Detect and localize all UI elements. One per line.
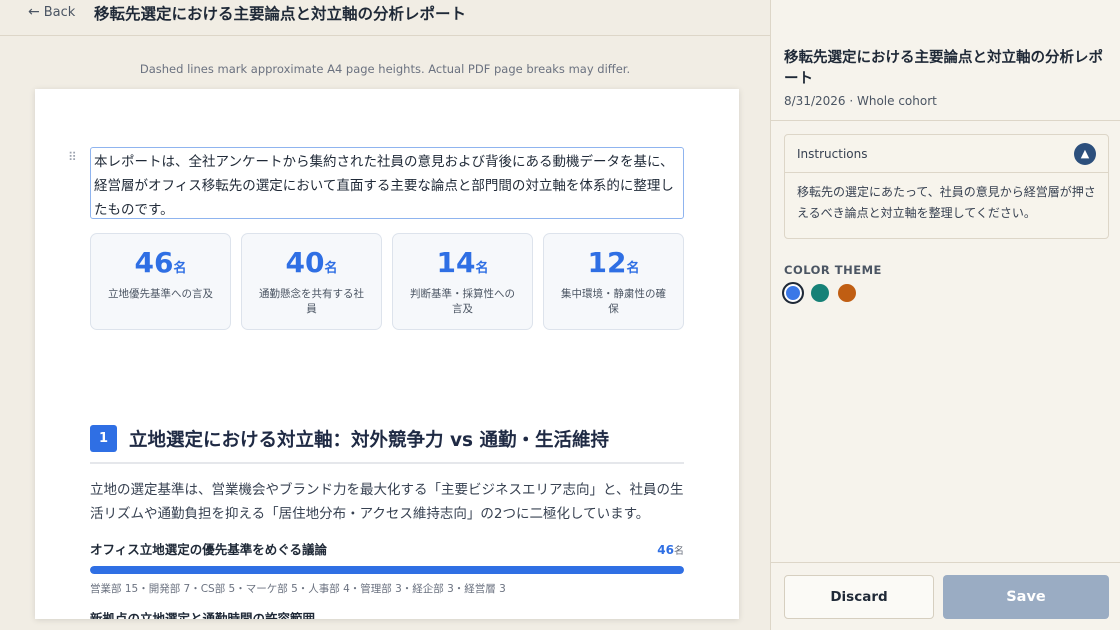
stat-value: 40名 (285, 246, 338, 279)
color-swatch-blue[interactable] (782, 282, 804, 304)
stat-value: 46名 (134, 246, 187, 279)
topic-count: 46名 (657, 543, 684, 557)
back-label: Back (43, 4, 76, 20)
stat-label: 判断基準・採算性への言及 (410, 288, 515, 315)
stat-value: 14名 (436, 246, 489, 279)
topic-item: オフィス立地選定の優先基準をめぐる議論 46名 営業部 15・開発部 7・CS部… (90, 539, 684, 596)
color-swatch-teal[interactable] (811, 284, 829, 302)
topic-title: オフィス立地選定の優先基準をめぐる議論 (90, 542, 328, 557)
section-number-badge: 1 (90, 425, 117, 452)
side-panel: 移転先選定における主要論点と対立軸の分析レポート 8/31/2026 · Who… (770, 0, 1120, 630)
stat-label: 通勤懸念を共有する社員 (259, 288, 364, 315)
page-break-note: Dashed lines mark approximate A4 page he… (139, 62, 631, 76)
panel-footer: Discard Save (771, 562, 1120, 630)
panel-header: 移転先選定における主要論点と対立軸の分析レポート 8/31/2026 · Who… (771, 0, 1120, 121)
drag-handle-icon[interactable]: ⠿ (68, 150, 77, 164)
topic-breakdown: 営業部 15・開発部 7・CS部 5・マーケ部 5・人事部 4・管理部 3・経企… (90, 583, 506, 595)
discard-button[interactable]: Discard (784, 575, 934, 619)
back-button[interactable]: ← Back (28, 4, 75, 20)
stat-card: 12名 集中環境・静粛性の確保 (543, 233, 684, 330)
intro-text-block[interactable]: 本レポートは、全社アンケートから集約された社員の意見および背後にある動機データを… (90, 147, 684, 219)
instructions-box: Instructions ▲ 移転先の選定にあたって、社員の意見から経営層が押さ… (784, 134, 1109, 239)
page-title: 移転先選定における主要論点と対立軸の分析レポート (94, 5, 467, 23)
stat-card: 46名 立地優先基準への言及 (90, 233, 231, 330)
arrow-left-icon: ← (28, 4, 40, 20)
section-title: 立地選定における対立軸：対外競争力 vs 通勤・生活維持 (129, 429, 609, 451)
next-topic-title: 新拠点の立地選定と通勤時間の許容範囲 (90, 611, 316, 619)
instructions-header[interactable]: Instructions ▲ (785, 135, 1108, 173)
stat-card: 14名 判断基準・採算性への言及 (392, 233, 533, 330)
topic-progress-bar (90, 566, 684, 574)
instructions-label: Instructions (797, 146, 868, 161)
panel-title: 移転先選定における主要論点と対立軸の分析レポート (784, 50, 1103, 87)
section-heading: 1 立地選定における対立軸：対外競争力 vs 通勤・生活維持 (90, 425, 684, 464)
chevron-up-icon[interactable]: ▲ (1074, 142, 1096, 165)
save-button[interactable]: Save (943, 575, 1109, 619)
color-theme-swatches (782, 282, 856, 304)
color-theme-label: COLOR THEME (784, 263, 882, 277)
stat-label: 立地優先基準への言及 (108, 288, 213, 300)
stat-value: 12名 (587, 246, 640, 279)
stat-label: 集中環境・静粛性の確保 (561, 288, 666, 315)
document-page: ⠿ 本レポートは、全社アンケートから集約された社員の意見および背後にある動機デー… (35, 89, 739, 619)
instructions-text[interactable]: 移転先の選定にあたって、社員の意見から経営層が押さえるべき論点と対立軸を整理して… (785, 173, 1108, 233)
top-bar: ← Back 移転先選定における主要論点と対立軸の分析レポート (0, 0, 770, 36)
color-swatch-orange[interactable] (838, 284, 856, 302)
stats-row: 46名 立地優先基準への言及 40名 通勤懸念を共有する社員 14名 判断基準・… (90, 233, 684, 330)
panel-meta: 8/31/2026 · Whole cohort (784, 94, 937, 108)
stat-card: 40名 通勤懸念を共有する社員 (241, 233, 382, 330)
topic-progress-fill (90, 566, 684, 574)
section-body: 立地の選定基準は、営業機会やブランド力を最大化する「主要ビジネスエリア志向」と、… (90, 482, 684, 522)
